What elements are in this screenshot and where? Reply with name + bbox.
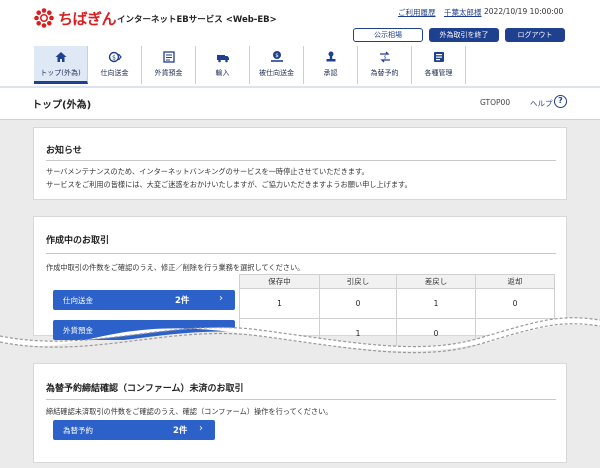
fx-contract-button[interactable]: 為替予約 2件 › [53,420,215,440]
page-break-wave [0,317,600,362]
fx-contract-icon: $ [379,51,390,63]
brand-name: ちばぎん [58,10,117,28]
svg-text:$: $ [112,55,116,62]
nav-fx-contract[interactable]: $ 為替予約 [358,46,412,84]
nav-label: トップ(外為) [40,69,81,77]
help-link[interactable]: ヘルプ [530,98,553,109]
nav-import[interactable]: 輸入 [196,46,250,84]
approval-icon [326,51,335,62]
notice-line: サーバメンテナンスのため、インターネットバンキングのサービスを一時停止させていた… [46,167,369,176]
button-label: 為替予約 [63,426,93,435]
money-receive-icon: $ [270,51,283,62]
button-label: 仕向送金 [63,296,93,305]
end-fx-button[interactable]: 外為取引を終了 [429,28,499,42]
nav-label: 外貨預金 [154,69,183,77]
divider [46,399,556,400]
money-send-icon: $ [108,51,122,63]
nav-management[interactable]: 各種管理 [412,46,466,84]
nav-fx-deposit[interactable]: 外貨預金 [142,46,196,84]
nav-approval[interactable]: 承認 [304,46,358,84]
fx-unconfirmed-title: 為替予約締結確認（コンファーム）未済のお取引 [46,384,244,394]
column-header: 保存中 [239,274,320,289]
management-icon [433,52,444,62]
in-progress-title: 作成中のお取引 [46,236,110,246]
button-count: 2件 [175,296,190,306]
notice-line: サービスをご利用の皆様には、大変ご迷惑をおかけいたしますが、ご協力いただきますよ… [46,180,412,189]
outward-remittance-button[interactable]: 仕向送金 2件 › [53,290,235,310]
title-bar: トップ(外為) GTOP00 ヘルプ ? [0,88,600,120]
nav-outward-remittance[interactable]: $ 仕向送金 [88,46,142,84]
divider [46,253,556,254]
import-icon [216,55,229,63]
deposit-icon [162,51,175,63]
logout-button[interactable]: ログアウト [505,28,565,42]
nav-label: 為替予約 [370,69,399,77]
button-count: 2件 [173,426,188,436]
svg-text:$: $ [383,54,386,60]
fx-unconfirmed-panel: 為替予約締結確認（コンファーム）未済のお取引 締結確認未済取引の件数をご確認のう… [33,363,567,463]
nav-label: 輸入 [215,69,230,77]
nav-label: 仕向送金 [100,69,129,77]
fx-unconfirmed-description: 締結確認未済取引の件数をご確認のうえ、確認（コンファーム）操作を行ってください。 [46,407,333,416]
user-name-link[interactable]: 千葉太郎様 [444,7,482,18]
nav-label: 被仕向送金 [259,69,294,77]
screen-id: GTOP00 [480,98,511,107]
home-icon [55,52,66,62]
usage-history-link[interactable]: ご利用履歴 [398,7,436,18]
column-header: 返却 [475,274,555,289]
chibagin-logo-icon [34,8,54,28]
notice-panel: お知らせ サーバメンテナンスのため、インターネットバンキングのサービスを一時停止… [33,127,567,200]
nav-top-fx[interactable]: トップ(外為) [34,46,88,84]
notice-title: お知らせ [46,146,82,156]
in-progress-description: 作成中取引の件数をご確認のうえ、修正／削除を行う業務を選択してください。 [46,263,305,272]
divider [46,160,556,161]
header: ちばぎん インターネットEBサービス <Web-EB> ご利用履歴 千葉太郎様 … [0,0,600,88]
service-name: インターネットEBサービス <Web-EB> [117,15,277,25]
nav-label: 各種管理 [424,69,453,77]
public-rate-button[interactable]: 公示相場 [353,28,423,42]
global-nav: トップ(外為) $ 仕向送金 外貨預金 輸入 $ 被仕向送金 承認 $ 為替予約… [34,46,466,84]
column-header: 引戻し [319,274,397,289]
nav-inward-remittance[interactable]: $ 被仕向送金 [250,46,304,84]
login-datetime: 2022/10/19 10:00:00 [484,7,564,16]
page-title: トップ(外為) [32,100,92,111]
column-header: 差戻し [396,274,476,289]
chevron-right-icon: › [199,423,203,434]
nav-label: 承認 [323,69,338,77]
svg-text:$: $ [275,53,279,59]
chevron-right-icon: › [219,293,223,304]
help-icon[interactable]: ? [554,95,567,108]
